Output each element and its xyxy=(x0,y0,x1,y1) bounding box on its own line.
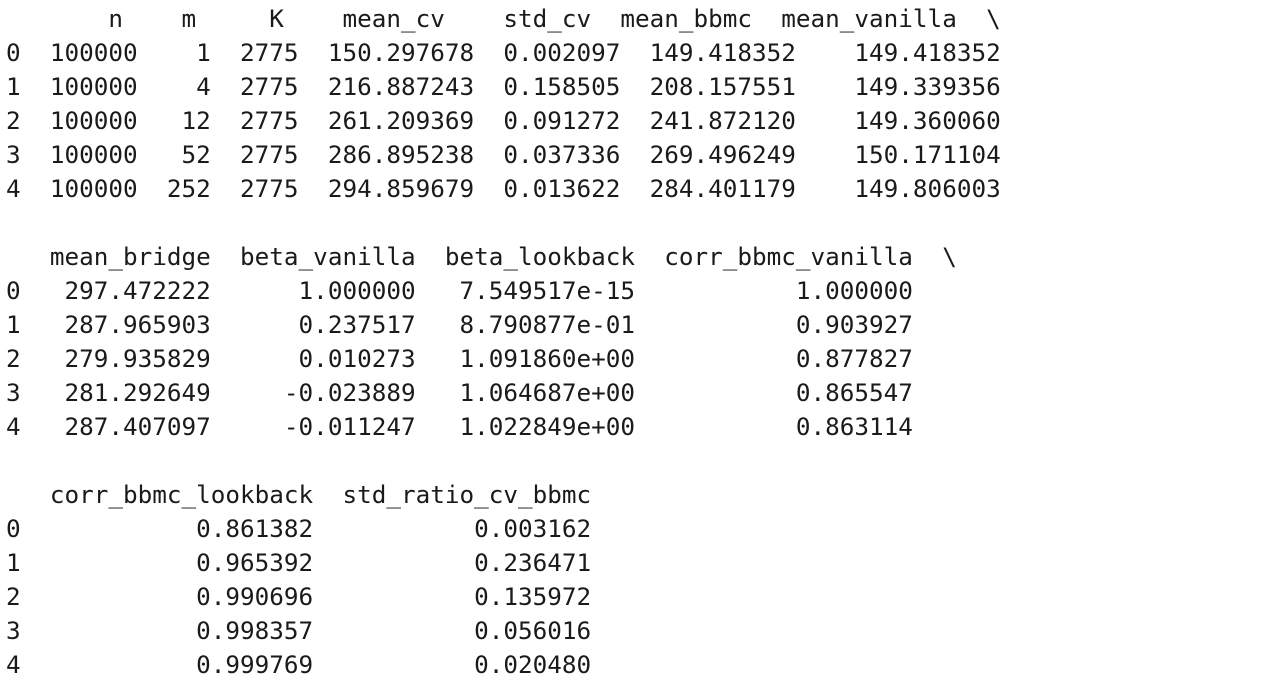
dataframe-output: n m K mean_cv std_cv mean_bbmc mean_vani… xyxy=(6,2,1001,682)
table-row: 0 0.861382 0.003162 xyxy=(6,514,592,543)
table-row: 1 100000 4 2775 216.887243 0.158505 208.… xyxy=(6,72,1001,101)
table-row: 2 279.935829 0.010273 1.091860e+00 0.877… xyxy=(6,344,913,373)
table-row: 0 297.472222 1.000000 7.549517e-15 1.000… xyxy=(6,276,913,305)
table-row: 3 100000 52 2775 286.895238 0.037336 269… xyxy=(6,140,1001,169)
table-row: 2 0.990696 0.135972 xyxy=(6,582,592,611)
header-line-block3: corr_bbmc_lookback std_ratio_cv_bbmc xyxy=(6,480,592,509)
table-row: 4 0.999769 0.020480 xyxy=(6,650,592,679)
header-line-block1: n m K mean_cv std_cv mean_bbmc mean_vani… xyxy=(6,4,1001,33)
header-line-block2: mean_bridge beta_vanilla beta_lookback c… xyxy=(6,242,957,271)
table-row: 2 100000 12 2775 261.209369 0.091272 241… xyxy=(6,106,1001,135)
table-row: 1 287.965903 0.237517 8.790877e-01 0.903… xyxy=(6,310,913,339)
table-row: 0 100000 1 2775 150.297678 0.002097 149.… xyxy=(6,38,1001,67)
table-row: 3 0.998357 0.056016 xyxy=(6,616,592,645)
table-row: 3 281.292649 -0.023889 1.064687e+00 0.86… xyxy=(6,378,913,407)
table-row: 4 287.407097 -0.011247 1.022849e+00 0.86… xyxy=(6,412,913,441)
table-row: 4 100000 252 2775 294.859679 0.013622 28… xyxy=(6,174,1001,203)
table-row: 1 0.965392 0.236471 xyxy=(6,548,592,577)
